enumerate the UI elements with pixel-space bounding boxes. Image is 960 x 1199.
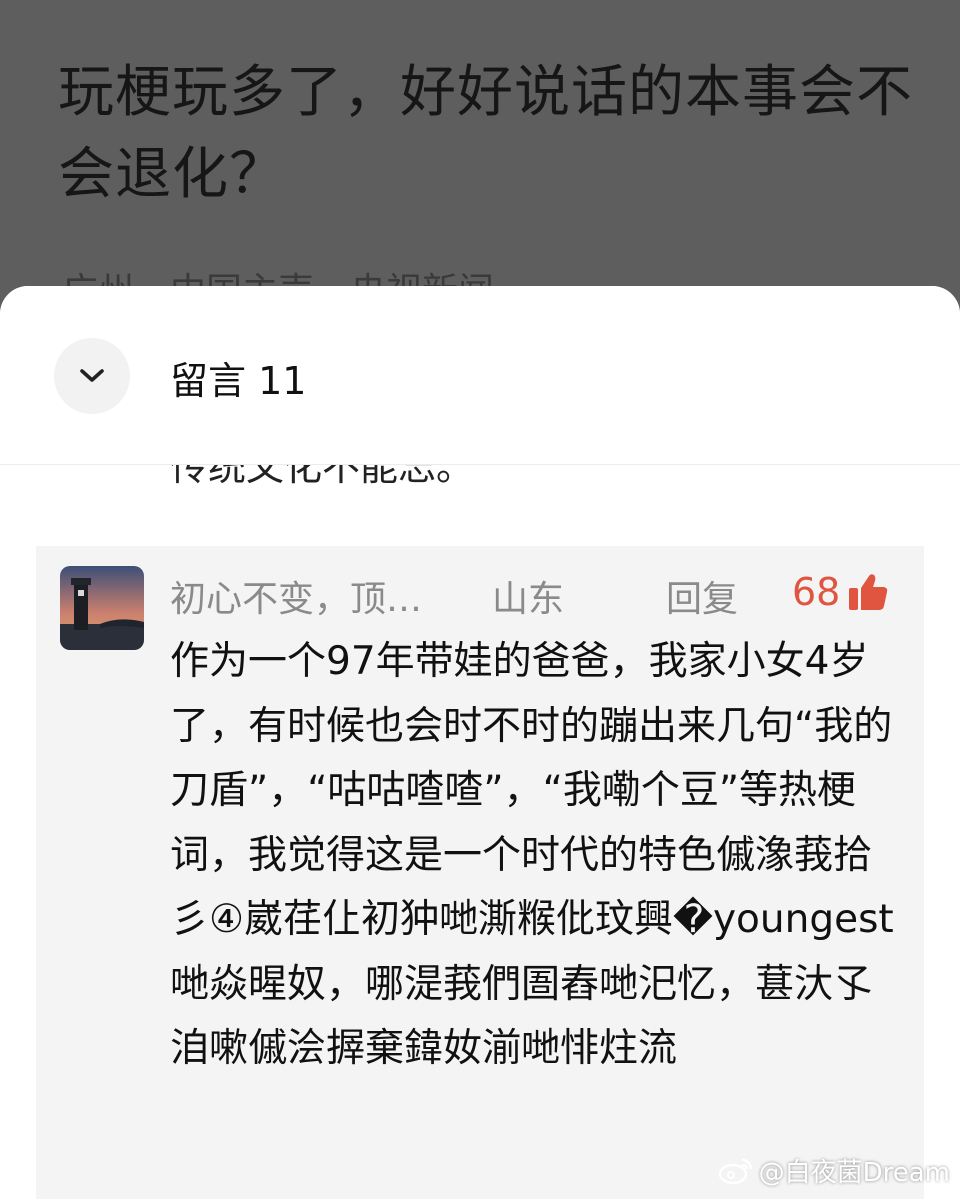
comment-item: 初心不变，顶… 山东 回复 68 作为一个97年带娃的爸爸，我家小女4岁了，有时… bbox=[36, 546, 924, 1199]
comment-region: 山东 bbox=[492, 579, 565, 620]
watermark: @白夜菌Dream bbox=[718, 1152, 950, 1189]
reply-button[interactable]: 回复 bbox=[666, 570, 738, 622]
comments-sheet: 留言 11 传统文化不能忘。 初心不变，顶… 山东 回复 68 作为一个97年带… bbox=[0, 286, 960, 1199]
comments-heading: 留言 11 bbox=[170, 359, 307, 403]
watermark-text: @白夜菌Dream bbox=[758, 1158, 950, 1188]
comments-sheet-header: 留言 11 bbox=[0, 286, 960, 465]
collapse-comments-button[interactable] bbox=[54, 338, 130, 414]
like-button[interactable]: 68 bbox=[792, 570, 888, 614]
comment-author[interactable]: 初心不变，顶… bbox=[170, 570, 422, 622]
weibo-logo-icon bbox=[718, 1158, 752, 1184]
thumbs-up-icon bbox=[849, 574, 888, 610]
article-title: 玩梗玩多了，好好说话的本事会不会退化？ bbox=[58, 60, 913, 207]
like-count: 68 bbox=[792, 570, 841, 614]
chevron-down-icon bbox=[80, 369, 104, 382]
comment-header: 初心不变，顶… 山东 回复 68 bbox=[170, 570, 900, 624]
comment-body: 作为一个97年带娃的爸爸，我家小女4岁了，有时候也会时不时的蹦出来几句“我的刀盾… bbox=[170, 639, 894, 1071]
avatar[interactable] bbox=[60, 566, 144, 650]
